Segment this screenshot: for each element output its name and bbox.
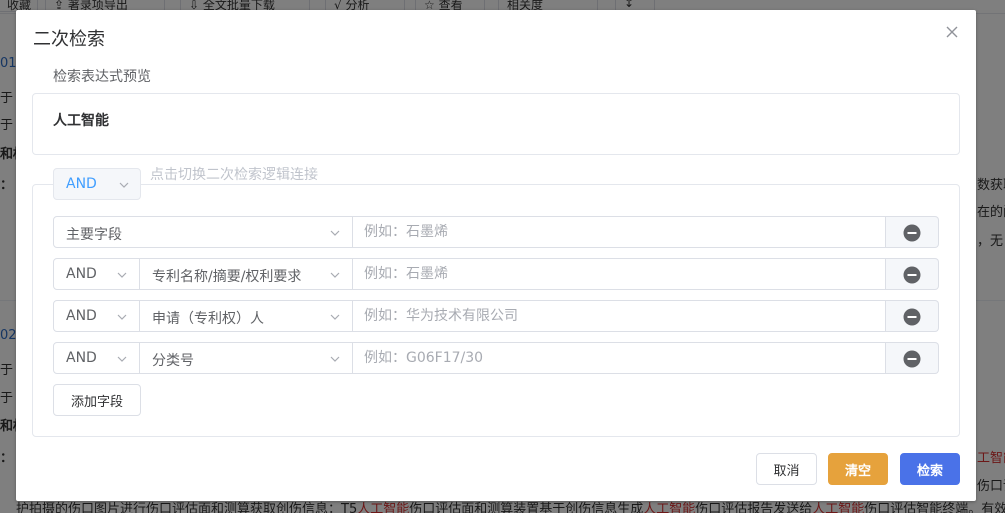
dialog-title: 二次检索 xyxy=(33,28,105,52)
expression-preview: 人工智能 xyxy=(32,93,960,155)
remove-field-button[interactable] xyxy=(886,258,939,290)
chevron-down-icon xyxy=(329,311,341,327)
field-value-input[interactable] xyxy=(353,300,886,332)
remove-field-button[interactable] xyxy=(886,342,939,374)
search-field-row: 主要字段 xyxy=(53,216,939,248)
search-field-row: AND 专利名称/摘要/权利要求 xyxy=(53,258,939,290)
expression-preview-text: 人工智能 xyxy=(53,110,109,130)
preview-label: 检索表达式预览 xyxy=(53,67,151,87)
minus-circle-icon xyxy=(903,350,921,372)
chevron-down-icon xyxy=(329,353,341,369)
operator-select[interactable]: AND xyxy=(53,258,140,290)
chevron-down-icon xyxy=(329,269,341,285)
field-select[interactable]: 专利名称/摘要/权利要求 xyxy=(139,258,353,290)
search-field-row: AND 申请（专利权）人 xyxy=(53,300,939,332)
secondary-search-dialog: 二次检索 检索表达式预览 人工智能 AND 点击切换二次检索逻辑连接 主要字段 … xyxy=(16,10,976,501)
field-value-input[interactable] xyxy=(353,342,886,374)
chevron-down-icon xyxy=(329,227,341,243)
close-icon[interactable] xyxy=(944,24,960,40)
cancel-button[interactable]: 取消 xyxy=(756,453,817,485)
minus-circle-icon xyxy=(903,266,921,288)
chevron-down-icon xyxy=(116,353,128,369)
field-select[interactable]: 分类号 xyxy=(139,342,353,374)
field-select[interactable]: 主要字段 xyxy=(53,216,353,248)
chevron-down-icon xyxy=(118,179,130,195)
logic-connector-value: AND xyxy=(66,176,97,192)
remove-field-button[interactable] xyxy=(886,300,939,332)
field-value-input[interactable] xyxy=(353,216,886,248)
operator-select[interactable]: AND xyxy=(53,300,140,332)
add-field-button[interactable]: 添加字段 xyxy=(53,384,141,416)
logic-connector-select[interactable]: AND xyxy=(53,168,141,200)
operator-select[interactable]: AND xyxy=(53,342,140,374)
remove-field-button[interactable] xyxy=(886,216,939,248)
logic-connector-hint: 点击切换二次检索逻辑连接 xyxy=(150,165,318,185)
chevron-down-icon xyxy=(116,311,128,327)
field-select[interactable]: 申请（专利权）人 xyxy=(139,300,353,332)
clear-button[interactable]: 清空 xyxy=(828,453,888,485)
chevron-down-icon xyxy=(116,269,128,285)
minus-circle-icon xyxy=(903,308,921,330)
field-value-input[interactable] xyxy=(353,258,886,290)
minus-circle-icon xyxy=(903,224,921,246)
search-button[interactable]: 检索 xyxy=(900,453,960,485)
search-field-row: AND 分类号 xyxy=(53,342,939,374)
